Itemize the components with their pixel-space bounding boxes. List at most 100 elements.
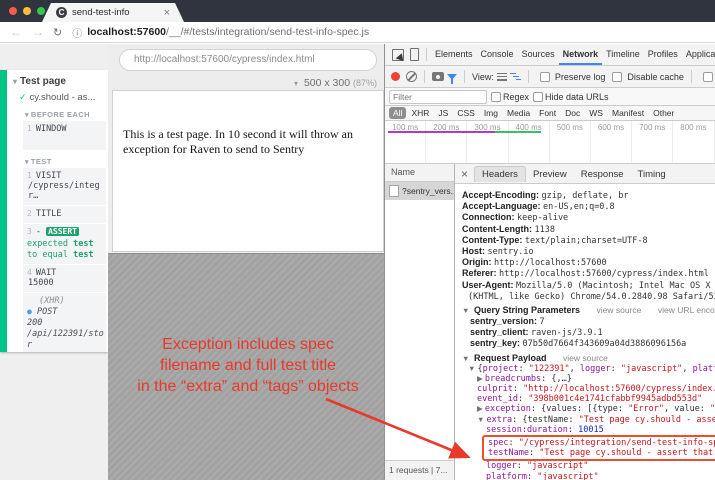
type-filter-xhr[interactable]: XHR <box>407 107 433 119</box>
view-url-encoded-link[interactable]: view URL encoded <box>658 305 715 315</box>
view-source-link[interactable]: view source <box>597 305 642 315</box>
devtools-tab-bar: ElementsConsoleSourcesNetworkTimelinePro… <box>385 44 715 66</box>
viewport-size-selector[interactable]: ▾ 500 x 300 (87%) <box>294 77 377 89</box>
request-name: ?sentry_vers... <box>402 186 454 196</box>
detail-tab-preview[interactable]: Preview <box>526 167 574 182</box>
command-name: TITLE <box>36 209 62 219</box>
name-column-header[interactable]: Name <box>385 164 454 182</box>
type-filter-font[interactable]: Font <box>535 107 560 119</box>
type-filter-all[interactable]: All <box>389 107 406 119</box>
payload-line[interactable]: ▶ breadcrumbs: {,…} <box>462 374 715 384</box>
type-filter-ws[interactable]: WS <box>585 107 607 119</box>
suite-title-label: Test page <box>20 76 66 87</box>
devtools-tab-elements[interactable]: Elements <box>431 44 477 65</box>
payload-line[interactable]: logger: "javascript" <box>462 461 715 471</box>
devtools-tab-application[interactable]: Application <box>682 44 715 65</box>
preserve-log-checkbox[interactable] <box>540 72 550 82</box>
disable-cache-checkbox[interactable] <box>612 72 622 82</box>
payload-line[interactable]: ▼ extra: {testName: "Test page cy.should… <box>462 415 715 425</box>
payload-line[interactable]: ▼ {project: "122391", logger: "javascrip… <box>462 364 715 374</box>
command-xhr[interactable]: (XHR) ● POST 200 /api/122391/stor s... <box>23 293 106 352</box>
url-text[interactable]: localhost:57600/__/#/tests/integration/s… <box>87 26 369 38</box>
query-string-section-header[interactable]: ▼ Query String Parameters view source vi… <box>462 305 715 316</box>
payload-line[interactable]: spec: "/cypress/integration/send-test-in… <box>486 438 715 448</box>
payload-line[interactable]: culprit: "http://localhost:57600/cypress… <box>462 384 715 394</box>
tab-close-icon[interactable]: × <box>164 7 170 19</box>
back-icon[interactable]: ← <box>10 25 22 39</box>
detail-tab-timing[interactable]: Timing <box>631 167 673 182</box>
command-number: 1 <box>27 124 32 133</box>
payload-line[interactable]: session:duration: 10015 <box>462 425 715 435</box>
regex-checkbox[interactable] <box>491 92 501 102</box>
detail-tabs: HeadersPreviewResponseTiming <box>474 166 673 182</box>
payload-line[interactable]: testName: "Test page cy.should - assert … <box>486 448 715 458</box>
zoom-window-button[interactable] <box>37 7 45 15</box>
section-before-each[interactable]: ▾BEFORE EACH <box>25 110 106 119</box>
type-filter-js[interactable]: JS <box>434 107 452 119</box>
close-details-icon[interactable]: × <box>455 167 474 181</box>
aut-url-bar[interactable]: http://localhost:57600/cypress/index.htm… <box>119 49 377 71</box>
page-info-icon[interactable]: ⓘ <box>72 25 82 40</box>
payload-line[interactable]: platform: "javascript" <box>462 472 715 480</box>
ruler-tick: 600 ms <box>591 121 632 163</box>
inspect-element-icon[interactable] <box>392 49 404 61</box>
expand-arrow-icon[interactable]: ▼ <box>462 306 469 315</box>
header-line: Host: sentry.io <box>462 246 715 257</box>
devtools-tab-network[interactable]: Network <box>559 44 603 65</box>
detail-tab-response[interactable]: Response <box>574 167 631 182</box>
devtools-tab-console[interactable]: Console <box>477 44 518 65</box>
section-test[interactable]: ▾TEST <box>25 157 106 166</box>
screenshot-camera-icon[interactable] <box>432 72 444 81</box>
resource-type-filters: AllXHRJSCSSImgMediaFontDocWSManifestOthe… <box>385 106 715 121</box>
dropdown-caret-icon: ▾ <box>294 79 298 88</box>
command-assert[interactable]: 3- ASSERT expected test to equal test <box>23 224 106 264</box>
forward-icon[interactable]: → <box>32 25 44 39</box>
command-window[interactable]: 1WINDOW <box>23 121 106 150</box>
assertion-actual-value: test <box>73 250 93 260</box>
devtools-tab-timeline[interactable]: Timeline <box>602 44 644 65</box>
detail-tab-headers[interactable]: Headers <box>474 166 526 182</box>
command-wait[interactable]: 4WAIT 15000 <box>23 265 106 292</box>
view-source-link[interactable]: view source <box>563 353 608 363</box>
request-row[interactable]: ?sentry_vers... <box>385 182 454 200</box>
close-window-button[interactable] <box>9 7 17 15</box>
list-view-icon[interactable] <box>497 73 507 81</box>
suite-title[interactable]: ▾Test page <box>13 76 106 87</box>
type-filter-doc[interactable]: Doc <box>561 107 584 119</box>
type-filter-css[interactable]: CSS <box>453 107 478 119</box>
network-timeline-ruler: 100 ms200 ms300 ms400 ms500 ms600 ms700 … <box>385 121 715 164</box>
browser-tab[interactable]: C send-test-info × <box>42 3 184 22</box>
type-filter-other[interactable]: Other <box>649 107 678 119</box>
device-toolbar-icon[interactable] <box>410 48 419 61</box>
devtools-tab-sources[interactable]: Sources <box>518 44 559 65</box>
test-title[interactable]: ✓cy.should - as... <box>19 92 106 103</box>
offline-checkbox[interactable] <box>703 72 713 82</box>
minimize-window-button[interactable] <box>23 7 31 15</box>
cypress-favicon-icon: C <box>56 7 67 18</box>
payload-line[interactable]: event_id: "398b001c4e1741cfabbf9945adbd5… <box>462 394 715 404</box>
request-details-panel: × HeadersPreviewResponseTiming Accept-En… <box>455 164 715 480</box>
address-bar: ← → ↻ ⓘ localhost:57600/__/#/tests/integ… <box>0 22 715 43</box>
clear-icon[interactable] <box>406 71 417 82</box>
expand-arrow-icon[interactable]: ▼ <box>462 354 469 363</box>
type-filter-img[interactable]: Img <box>480 107 502 119</box>
request-list-empty-area <box>385 200 454 460</box>
window-controls <box>9 7 45 15</box>
devtools-tab-profiles[interactable]: Profiles <box>644 44 682 65</box>
reload-icon[interactable]: ↻ <box>53 26 62 39</box>
assertion-text: expected test to equal test <box>27 239 104 260</box>
type-filter-media[interactable]: Media <box>503 107 534 119</box>
hide-data-urls-checkbox[interactable] <box>533 92 543 102</box>
collapse-caret-icon[interactable]: ▾ <box>13 77 17 86</box>
command-title[interactable]: 2TITLE <box>23 206 106 223</box>
request-payload-section-header[interactable]: ▼ Request Payload view source <box>462 353 715 364</box>
header-line: Accept-Encoding: gzip, deflate, br <box>462 190 715 201</box>
waterfall-view-icon[interactable] <box>510 73 521 81</box>
command-visit[interactable]: 1VISIT /cypress/integr… <box>23 168 106 205</box>
record-button[interactable] <box>391 72 400 81</box>
payload-line[interactable]: ▶ exception: {values: [{type: "Error", v… <box>462 404 715 414</box>
filter-funnel-icon[interactable] <box>447 74 457 80</box>
filter-input[interactable] <box>389 90 487 104</box>
network-filter-row: Regex Hide data URLs <box>385 88 715 106</box>
type-filter-manifest[interactable]: Manifest <box>608 107 648 119</box>
